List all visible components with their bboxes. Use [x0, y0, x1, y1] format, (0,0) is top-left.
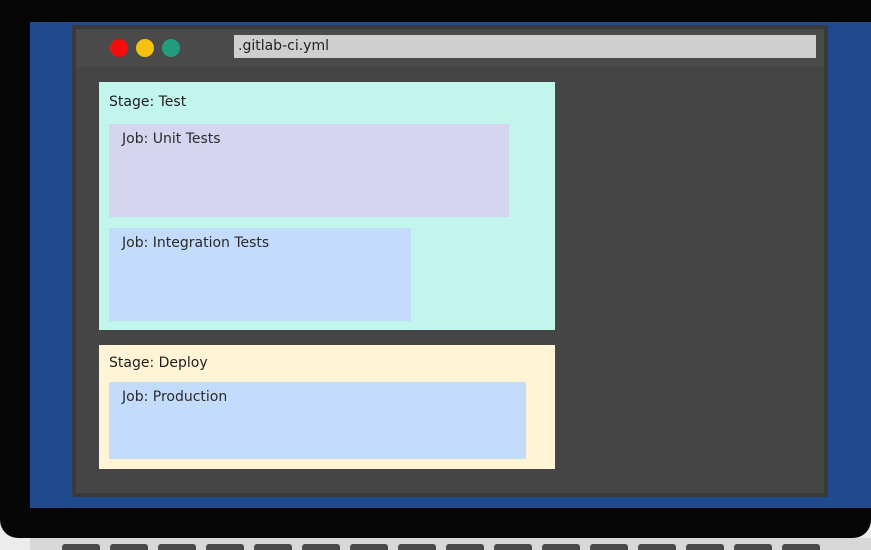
- keyboard-key: [110, 544, 148, 550]
- file-tab[interactable]: .gitlab-ci.yml: [234, 35, 816, 58]
- keyboard-key: [350, 544, 388, 550]
- stage-label: Stage: Test: [109, 94, 187, 110]
- keyboard-key: [686, 544, 724, 550]
- keyboard-key: [638, 544, 676, 550]
- stage-deploy: Stage: Deploy Job: Production: [99, 345, 555, 469]
- keyboard-key: [782, 544, 820, 550]
- job-integration-tests: Job: Integration Tests: [109, 228, 411, 321]
- keyboard-key: [446, 544, 484, 550]
- job-label: Job: Unit Tests: [122, 131, 221, 147]
- keyboard-key: [734, 544, 772, 550]
- minimize-dot-icon[interactable]: [136, 39, 154, 57]
- keyboard-key: [206, 544, 244, 550]
- keyboard-key: [254, 544, 292, 550]
- job-label: Job: Integration Tests: [122, 235, 270, 251]
- job-unit-tests: Job: Unit Tests: [109, 124, 509, 217]
- keyboard-key: [590, 544, 628, 550]
- stage-label: Stage: Deploy: [109, 355, 208, 371]
- job-production: Job: Production: [109, 382, 526, 459]
- close-dot-icon[interactable]: [110, 39, 128, 57]
- editor-window: .gitlab-ci.yml Stage: Test Job: Unit Tes…: [76, 29, 824, 493]
- keyboard-key: [302, 544, 340, 550]
- keyboard-key: [542, 544, 580, 550]
- keyboard-key: [158, 544, 196, 550]
- keyboard-key: [62, 544, 100, 550]
- window-titlebar: .gitlab-ci.yml: [76, 29, 824, 67]
- stage-test: Stage: Test Job: Unit Tests Job: Integra…: [99, 82, 555, 330]
- maximize-dot-icon[interactable]: [162, 39, 180, 57]
- keyboard-key: [494, 544, 532, 550]
- job-label: Job: Production: [122, 389, 228, 405]
- keyboard-key: [398, 544, 436, 550]
